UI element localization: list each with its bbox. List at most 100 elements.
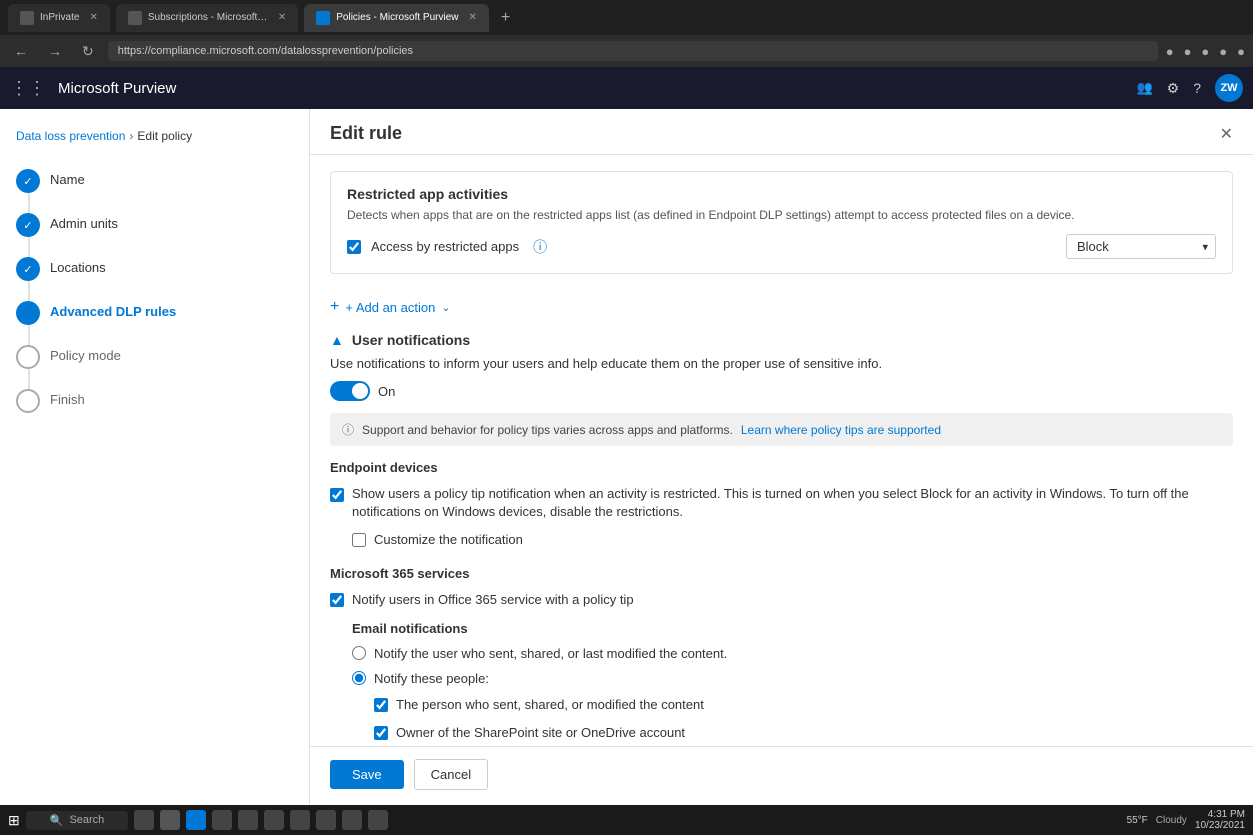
people-checkboxes: The person who sent, shared, or modified… <box>374 696 1233 746</box>
info-icon-restricted[interactable]: ⓘ <box>533 237 547 257</box>
help-icon[interactable]: ? <box>1193 80 1201 96</box>
extension-icon-4[interactable]: ● <box>1219 44 1227 59</box>
email-notifications-section: Email notifications Notify the user who … <box>352 621 1233 746</box>
person-sent-label: The person who sent, shared, or modified… <box>396 696 704 714</box>
show-policy-tip-label: Show users a policy tip notification whe… <box>352 485 1233 521</box>
tab-label-3: Policies - Microsoft Purview <box>336 12 458 23</box>
action-dropdown[interactable]: Audit Block Block with override <box>1066 234 1216 259</box>
restricted-app-title: Restricted app activities <box>347 186 1216 202</box>
show-policy-tip-checkbox[interactable] <box>330 488 344 502</box>
breadcrumb: Data loss prevention › Edit policy <box>16 129 293 143</box>
taskbar-icon-8[interactable] <box>316 810 336 830</box>
collapse-icon: ▲ <box>330 332 344 348</box>
search-bar[interactable]: 🔍 Search <box>26 811 129 830</box>
notify-user-radio[interactable] <box>352 646 366 660</box>
access-restricted-label: Access by restricted apps <box>371 239 519 254</box>
step-label-dlp[interactable]: Advanced DLP rules <box>50 301 176 319</box>
breadcrumb-separator: › <box>129 129 133 143</box>
weather-temp: 55°F <box>1127 815 1148 826</box>
grid-icon[interactable]: ⋮⋮ <box>10 78 46 99</box>
content-header: Edit rule ✕ <box>310 109 1253 155</box>
step-circle-policy <box>16 345 40 369</box>
step-label-locations[interactable]: Locations <box>50 257 106 275</box>
owner-sharepoint-label: Owner of the SharePoint site or OneDrive… <box>396 724 685 742</box>
add-action-row[interactable]: + + Add an action ⌄ <box>330 290 1233 332</box>
notify-m365-checkbox[interactable] <box>330 593 344 607</box>
new-tab-button[interactable]: + <box>495 9 516 27</box>
toggle-knob <box>352 383 368 399</box>
clock-date: 10/23/2021 <box>1195 820 1245 831</box>
customize-notification-checkbox[interactable] <box>352 533 366 547</box>
start-button[interactable]: ⊞ <box>8 812 20 829</box>
user-notif-desc: Use notifications to inform your users a… <box>330 356 1233 371</box>
owner-sharepoint-row: Owner of the SharePoint site or OneDrive… <box>374 724 1233 742</box>
tab-close-1[interactable]: ✕ <box>89 12 97 23</box>
forward-button[interactable]: → <box>42 41 68 61</box>
settings-icon[interactable]: ⚙ <box>1167 80 1180 97</box>
back-button[interactable]: ← <box>8 41 34 61</box>
step-label-admin[interactable]: Admin units <box>50 213 118 231</box>
step-label-policy[interactable]: Policy mode <box>50 345 121 363</box>
restricted-app-section: Restricted app activities Detects when a… <box>330 171 1233 274</box>
tab-close-3[interactable]: ✕ <box>469 12 477 23</box>
step-item-dlp: Advanced DLP rules <box>16 291 293 335</box>
endpoint-devices-title: Endpoint devices <box>330 460 1233 475</box>
taskbar-icon-7[interactable] <box>290 810 310 830</box>
breadcrumb-link-dlp[interactable]: Data loss prevention <box>16 129 125 143</box>
taskbar-icon-10[interactable] <box>368 810 388 830</box>
app-title: Microsoft Purview <box>58 80 176 97</box>
collaborate-icon[interactable]: 👥 <box>1136 80 1152 96</box>
taskbar-icon-3[interactable] <box>186 810 206 830</box>
taskbar-icon-2[interactable] <box>160 810 180 830</box>
toggle-label: On <box>378 384 395 399</box>
toggle-row: On <box>330 381 1233 401</box>
breadcrumb-current: Edit policy <box>137 129 192 143</box>
avatar[interactable]: ZW <box>1215 74 1243 102</box>
action-dropdown-wrapper: Audit Block Block with override <box>1066 234 1216 259</box>
tab-subscriptions[interactable]: Subscriptions - Microsoft 365 a... ✕ <box>116 4 298 32</box>
owner-sharepoint-checkbox[interactable] <box>374 726 388 740</box>
user-notif-header[interactable]: ▲ User notifications <box>330 332 1233 348</box>
tab-inprivate[interactable]: InPrivate ✕ <box>8 4 110 32</box>
step-item-policy: Policy mode <box>16 335 293 379</box>
person-sent-checkbox[interactable] <box>374 698 388 712</box>
reload-button[interactable]: ↻ <box>76 41 100 62</box>
m365-title: Microsoft 365 services <box>330 566 1233 581</box>
extension-icon-2[interactable]: ● <box>1184 44 1192 59</box>
search-label: Search <box>69 814 104 826</box>
user-notif-title: User notifications <box>352 332 470 348</box>
tab-favicon-3 <box>316 11 330 25</box>
step-label-finish[interactable]: Finish <box>50 389 85 407</box>
taskbar-icon-4[interactable] <box>212 810 232 830</box>
taskbar-right: 55°F Cloudy 4:31 PM 10/23/2021 <box>1127 809 1245 831</box>
clock: 4:31 PM 10/23/2021 <box>1195 809 1245 831</box>
notify-people-radio[interactable] <box>352 671 366 685</box>
taskbar-icon-6[interactable] <box>264 810 284 830</box>
taskbar-left: ⊞ 🔍 Search <box>8 810 1121 830</box>
taskbar-icon-1[interactable] <box>134 810 154 830</box>
toggle-switch[interactable] <box>330 381 370 401</box>
taskbar-icon-5[interactable] <box>238 810 258 830</box>
info-link[interactable]: Learn where policy tips are supported <box>741 423 941 437</box>
notify-user-label: Notify the user who sent, shared, or las… <box>374 646 727 661</box>
extension-icon-5[interactable]: ● <box>1237 44 1245 59</box>
taskbar-icon-9[interactable] <box>342 810 362 830</box>
extension-icon-3[interactable]: ● <box>1201 44 1209 59</box>
check-icon-name: ✓ <box>23 175 32 188</box>
email-notif-title: Email notifications <box>352 621 1233 636</box>
step-label-name[interactable]: Name <box>50 169 85 187</box>
step-item-locations: ✓ Locations <box>16 247 293 291</box>
tab-policies[interactable]: Policies - Microsoft Purview ✕ <box>304 4 489 32</box>
access-restricted-checkbox[interactable] <box>347 240 361 254</box>
info-banner-text: Support and behavior for policy tips var… <box>362 423 733 437</box>
cancel-button[interactable]: Cancel <box>414 759 488 790</box>
tab-close-2[interactable]: ✕ <box>278 12 286 23</box>
step-circle-locations: ✓ <box>16 257 40 281</box>
clock-time: 4:31 PM <box>1195 809 1245 820</box>
save-button[interactable]: Save <box>330 760 404 789</box>
close-button[interactable]: ✕ <box>1220 124 1233 144</box>
notify-m365-row: Notify users in Office 365 service with … <box>330 591 1233 609</box>
edit-rule-body: Restricted app activities Detects when a… <box>310 155 1253 746</box>
address-input[interactable] <box>108 41 1158 61</box>
extension-icon-1[interactable]: ● <box>1166 44 1174 59</box>
